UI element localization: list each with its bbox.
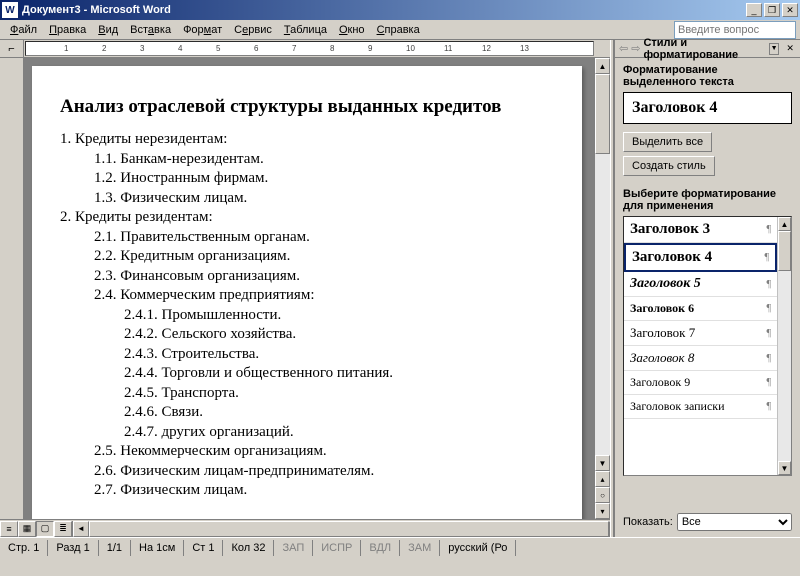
forward-icon[interactable]: ⇨ bbox=[631, 42, 640, 55]
document-line[interactable]: 2.4.2. Сельского хозяйства. bbox=[60, 325, 564, 345]
horizontal-scrollbar[interactable]: ◄ ► bbox=[73, 521, 610, 537]
prev-page-button[interactable]: ▴ bbox=[595, 471, 610, 487]
stylelist-scrollbar[interactable]: ▲ ▼ bbox=[777, 217, 791, 475]
formatting-label: Форматирование выделенного текста bbox=[623, 64, 792, 88]
editor-area: ⌐ 12345678910111213 Анализ отраслевой ст… bbox=[0, 40, 610, 537]
style-item[interactable]: Заголовок 7¶ bbox=[624, 321, 777, 346]
style-item[interactable]: Заголовок записки¶ bbox=[624, 395, 777, 419]
document-line[interactable]: 2.4.1. Промышленности. bbox=[60, 306, 564, 326]
taskpane-header: ⇦ ⇨ Стили и форматирование ▼ ✕ bbox=[615, 40, 800, 58]
document-line[interactable]: 2.4.7. других организаций. bbox=[60, 423, 564, 443]
status-page: Стр. 1 bbox=[0, 540, 48, 556]
style-item[interactable]: Заголовок 3¶ bbox=[624, 217, 777, 243]
close-button[interactable]: ✕ bbox=[782, 3, 798, 17]
current-style-sample[interactable]: Заголовок 4 bbox=[623, 92, 792, 124]
document-line[interactable]: 1. Кредиты нерезидентам: bbox=[60, 130, 564, 150]
outline-view-button[interactable]: ≣ bbox=[54, 521, 72, 537]
browse-object-button[interactable]: ○ bbox=[595, 487, 610, 503]
taskpane-close[interactable]: ✕ bbox=[784, 42, 796, 56]
menu-help[interactable]: Справка bbox=[371, 22, 426, 38]
show-select[interactable]: Все bbox=[677, 513, 792, 531]
document-line[interactable]: 2.4.4. Торговли и общественного питания. bbox=[60, 364, 564, 384]
document-line[interactable]: 2.6. Физическим лицам-предпринимателям. bbox=[60, 462, 564, 482]
show-label: Показать: bbox=[623, 516, 673, 528]
menu-table[interactable]: Таблица bbox=[278, 22, 333, 38]
document-page[interactable]: Анализ отраслевой структуры выданных кре… bbox=[32, 66, 582, 519]
statusbar: Стр. 1 Разд 1 1/1 На 1см Ст 1 Кол 32 ЗАП… bbox=[0, 537, 800, 558]
stylelist-thumb[interactable] bbox=[778, 231, 791, 271]
restore-button[interactable]: ❐ bbox=[764, 3, 780, 17]
document-line[interactable]: 2.7. Физическим лицам. bbox=[60, 481, 564, 501]
minimize-button[interactable]: _ bbox=[746, 3, 762, 17]
style-item[interactable]: Заголовок 6¶ bbox=[624, 297, 777, 321]
scroll-up-button[interactable]: ▲ bbox=[595, 58, 610, 74]
document-line[interactable]: 1.3. Физическим лицам. bbox=[60, 189, 564, 209]
horizontal-ruler[interactable]: ⌐ 12345678910111213 bbox=[0, 40, 610, 58]
menu-format[interactable]: Формат bbox=[177, 22, 228, 38]
scroll-left-button[interactable]: ◄ bbox=[73, 521, 89, 537]
titlebar: W Документ3 - Microsoft Word _ ❐ ✕ bbox=[0, 0, 800, 20]
menu-file[interactable]: Файл bbox=[4, 22, 43, 38]
document-line[interactable]: 2.3. Финансовым организациям. bbox=[60, 267, 564, 287]
menu-tools[interactable]: Сервис bbox=[228, 22, 278, 38]
scroll-down-button[interactable]: ▼ bbox=[595, 455, 610, 471]
menu-edit[interactable]: Правка bbox=[43, 22, 92, 38]
document-line[interactable]: 2.4.3. Строительства. bbox=[60, 345, 564, 365]
choose-format-label: Выберите форматирование для применения bbox=[623, 188, 792, 212]
document-line[interactable]: 1.1. Банкам-нерезидентам. bbox=[60, 150, 564, 170]
document-heading: Анализ отраслевой структуры выданных кре… bbox=[60, 96, 564, 118]
style-item[interactable]: Заголовок 9¶ bbox=[624, 371, 777, 395]
menu-window[interactable]: Окно bbox=[333, 22, 371, 38]
next-page-button[interactable]: ▾ bbox=[595, 503, 610, 519]
status-at: На 1см bbox=[131, 540, 184, 556]
vertical-scrollbar[interactable]: ▲ ▼ ▴ ○ ▾ bbox=[594, 58, 610, 519]
normal-view-button[interactable]: ≡ bbox=[0, 521, 18, 537]
menu-insert[interactable]: Вставка bbox=[124, 22, 177, 38]
document-line[interactable]: 2.2. Кредитным организациям. bbox=[60, 247, 564, 267]
new-style-button[interactable]: Создать стиль bbox=[623, 156, 715, 176]
style-item[interactable]: Заголовок 5¶ bbox=[624, 272, 777, 297]
style-item[interactable]: Заголовок 4¶ bbox=[624, 243, 777, 272]
document-line[interactable]: 2. Кредиты резидентам: bbox=[60, 208, 564, 228]
print-view-button[interactable]: ▢ bbox=[36, 521, 54, 537]
window-title: Документ3 - Microsoft Word bbox=[22, 4, 746, 16]
task-pane: ⇦ ⇨ Стили и форматирование ▼ ✕ Форматиро… bbox=[614, 40, 800, 537]
status-lang[interactable]: русский (Ро bbox=[440, 540, 516, 556]
style-item[interactable]: Заголовок 8¶ bbox=[624, 346, 777, 371]
status-rec[interactable]: ЗАП bbox=[274, 540, 313, 556]
stylelist-scroll-up[interactable]: ▲ bbox=[778, 217, 791, 231]
status-trk[interactable]: ИСПР bbox=[313, 540, 361, 556]
web-view-button[interactable]: ▦ bbox=[18, 521, 36, 537]
menu-view[interactable]: Вид bbox=[92, 22, 124, 38]
hscroll-thumb[interactable] bbox=[89, 521, 609, 537]
stylelist-scroll-down[interactable]: ▼ bbox=[778, 461, 791, 475]
document-line[interactable]: 2.4.5. Транспорта. bbox=[60, 384, 564, 404]
document-line[interactable]: 1.2. Иностранным фирмам. bbox=[60, 169, 564, 189]
style-list: Заголовок 3¶Заголовок 4¶Заголовок 5¶Заго… bbox=[623, 216, 792, 476]
ruler-corner: ⌐ bbox=[0, 40, 24, 57]
scroll-thumb[interactable] bbox=[595, 74, 610, 154]
status-line: Ст 1 bbox=[184, 540, 223, 556]
taskpane-title: Стили и форматирование bbox=[643, 37, 761, 61]
back-icon[interactable]: ⇦ bbox=[619, 42, 628, 55]
app-icon: W bbox=[2, 2, 18, 18]
document-line[interactable]: 2.4. Коммерческим предприятиям: bbox=[60, 286, 564, 306]
status-section: Разд 1 bbox=[48, 540, 98, 556]
status-col: Кол 32 bbox=[223, 540, 274, 556]
select-all-button[interactable]: Выделить все bbox=[623, 132, 712, 152]
status-ovr[interactable]: ЗАМ bbox=[400, 540, 440, 556]
document-line[interactable]: 2.4.6. Связи. bbox=[60, 403, 564, 423]
vertical-ruler[interactable] bbox=[0, 58, 24, 519]
status-pagecount: 1/1 bbox=[99, 540, 131, 556]
status-ext[interactable]: ВДЛ bbox=[361, 540, 400, 556]
taskpane-dropdown[interactable]: ▼ bbox=[769, 43, 779, 55]
document-line[interactable]: 2.1. Правительственным органам. bbox=[60, 228, 564, 248]
document-line[interactable]: 2.5. Некоммерческим организациям. bbox=[60, 442, 564, 462]
